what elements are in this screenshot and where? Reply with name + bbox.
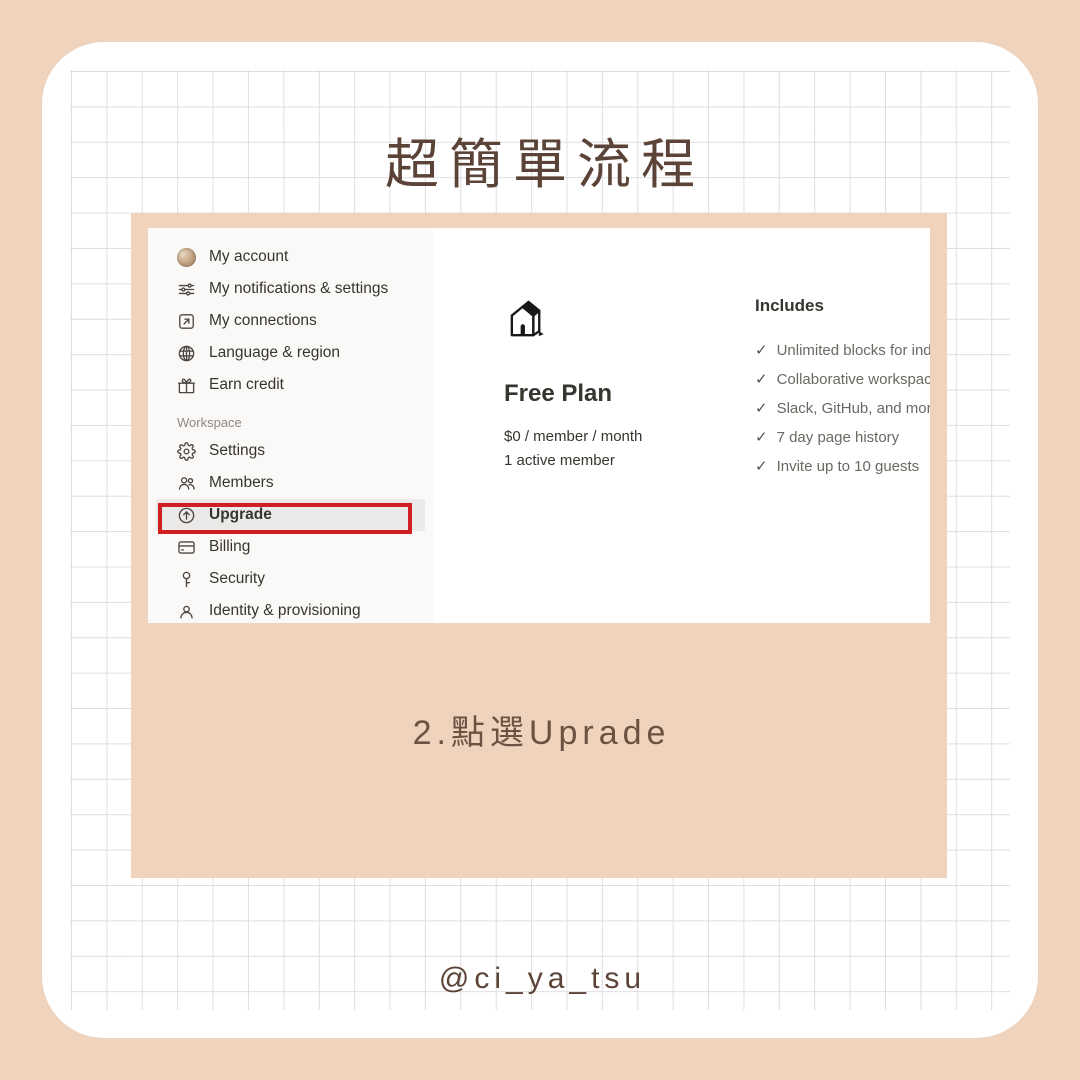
feature-item: ✓ Slack, GitHub, and more (755, 394, 930, 423)
identity-icon (177, 602, 196, 621)
arrow-out-box-icon (177, 312, 196, 331)
feature-item: ✓ Invite up to 10 guests (755, 452, 930, 481)
current-plan-block: Free Plan $0 / member / month 1 active m… (504, 296, 754, 473)
house-icon (504, 296, 754, 348)
check-icon: ✓ (755, 429, 768, 446)
sidebar-item-label: My notifications & settings (209, 280, 389, 297)
check-icon: ✓ (755, 400, 768, 417)
sidebar-section-workspace: Workspace (177, 415, 242, 430)
notion-settings-screenshot: My account My notifications & settings M… (148, 228, 930, 623)
sidebar-item-upgrade[interactable]: Upgrade (156, 499, 425, 531)
sidebar-item-earn-credit[interactable]: Earn credit (148, 369, 433, 401)
feature-label: Unlimited blocks for ind (776, 342, 930, 359)
key-icon (177, 570, 196, 589)
sidebar-item-label: Billing (209, 538, 251, 555)
feature-item: ✓ 7 day page history (755, 423, 930, 452)
feature-label: Collaborative workspace (776, 371, 930, 388)
includes-title: Includes (755, 296, 824, 315)
gear-icon (177, 441, 196, 461)
feature-item: ✓ Unlimited blocks for ind (755, 336, 930, 365)
sidebar-item-my-account[interactable]: My account (148, 241, 433, 273)
credit-card-icon (177, 538, 196, 557)
upgrade-content-panel: Free Plan $0 / member / month 1 active m… (433, 228, 930, 623)
sidebar-item-label: Members (209, 474, 274, 491)
sidebar-item-billing[interactable]: Billing (148, 531, 433, 563)
feature-label: 7 day page history (776, 429, 900, 446)
sidebar-item-members[interactable]: Members (148, 467, 433, 499)
plan-active-members: 1 active member (504, 452, 615, 469)
sidebar-item-label: My connections (209, 312, 317, 329)
sliders-icon (177, 280, 196, 299)
screenshot-frame: My account My notifications & settings M… (131, 213, 947, 878)
check-icon: ✓ (755, 371, 768, 388)
sidebar-item-label: Upgrade (209, 506, 272, 523)
check-icon: ✓ (755, 458, 768, 475)
sidebar-item-label: Identity & provisioning (209, 602, 361, 619)
author-handle: @ci_ya_tsu (438, 962, 647, 995)
plan-price: $0 / member / month (504, 428, 643, 445)
page-title: 超簡單流程 (385, 135, 705, 195)
sidebar-item-settings[interactable]: Settings (148, 435, 433, 467)
sidebar-item-my-connections[interactable]: My connections (148, 305, 433, 337)
avatar-icon (177, 247, 196, 267)
sidebar-item-security[interactable]: Security (148, 563, 433, 595)
gift-icon (177, 376, 196, 395)
sidebar-item-label: My account (209, 248, 289, 265)
sidebar-item-label: Earn credit (209, 376, 284, 393)
sidebar-item-label: Language & region (209, 344, 341, 361)
step-caption: 2.點選Uprade (412, 714, 671, 752)
includes-block: Includes ✓ Unlimited blocks for ind ✓ Co… (755, 296, 930, 481)
sidebar-item-label: Security (209, 570, 265, 587)
settings-sidebar[interactable]: My account My notifications & settings M… (148, 228, 433, 623)
feature-label: Slack, GitHub, and more (776, 400, 930, 417)
sidebar-item-label: Settings (209, 442, 266, 459)
sidebar-item-language-region[interactable]: Language & region (148, 337, 433, 369)
feature-item: ✓ Collaborative workspace (755, 365, 930, 394)
check-icon: ✓ (755, 342, 768, 359)
sidebar-item-my-notifications-settings[interactable]: My notifications & settings (148, 273, 433, 305)
arrow-up-circle-icon (177, 506, 196, 525)
sidebar-item-identity-provisioning[interactable]: Identity & provisioning (148, 595, 433, 623)
people-icon (177, 474, 196, 493)
plan-title: Free Plan (504, 380, 613, 407)
feature-label: Invite up to 10 guests (776, 458, 920, 475)
globe-icon (177, 344, 196, 363)
poster-canvas: 超簡單流程 My account My notifications & sett… (0, 0, 1080, 1080)
